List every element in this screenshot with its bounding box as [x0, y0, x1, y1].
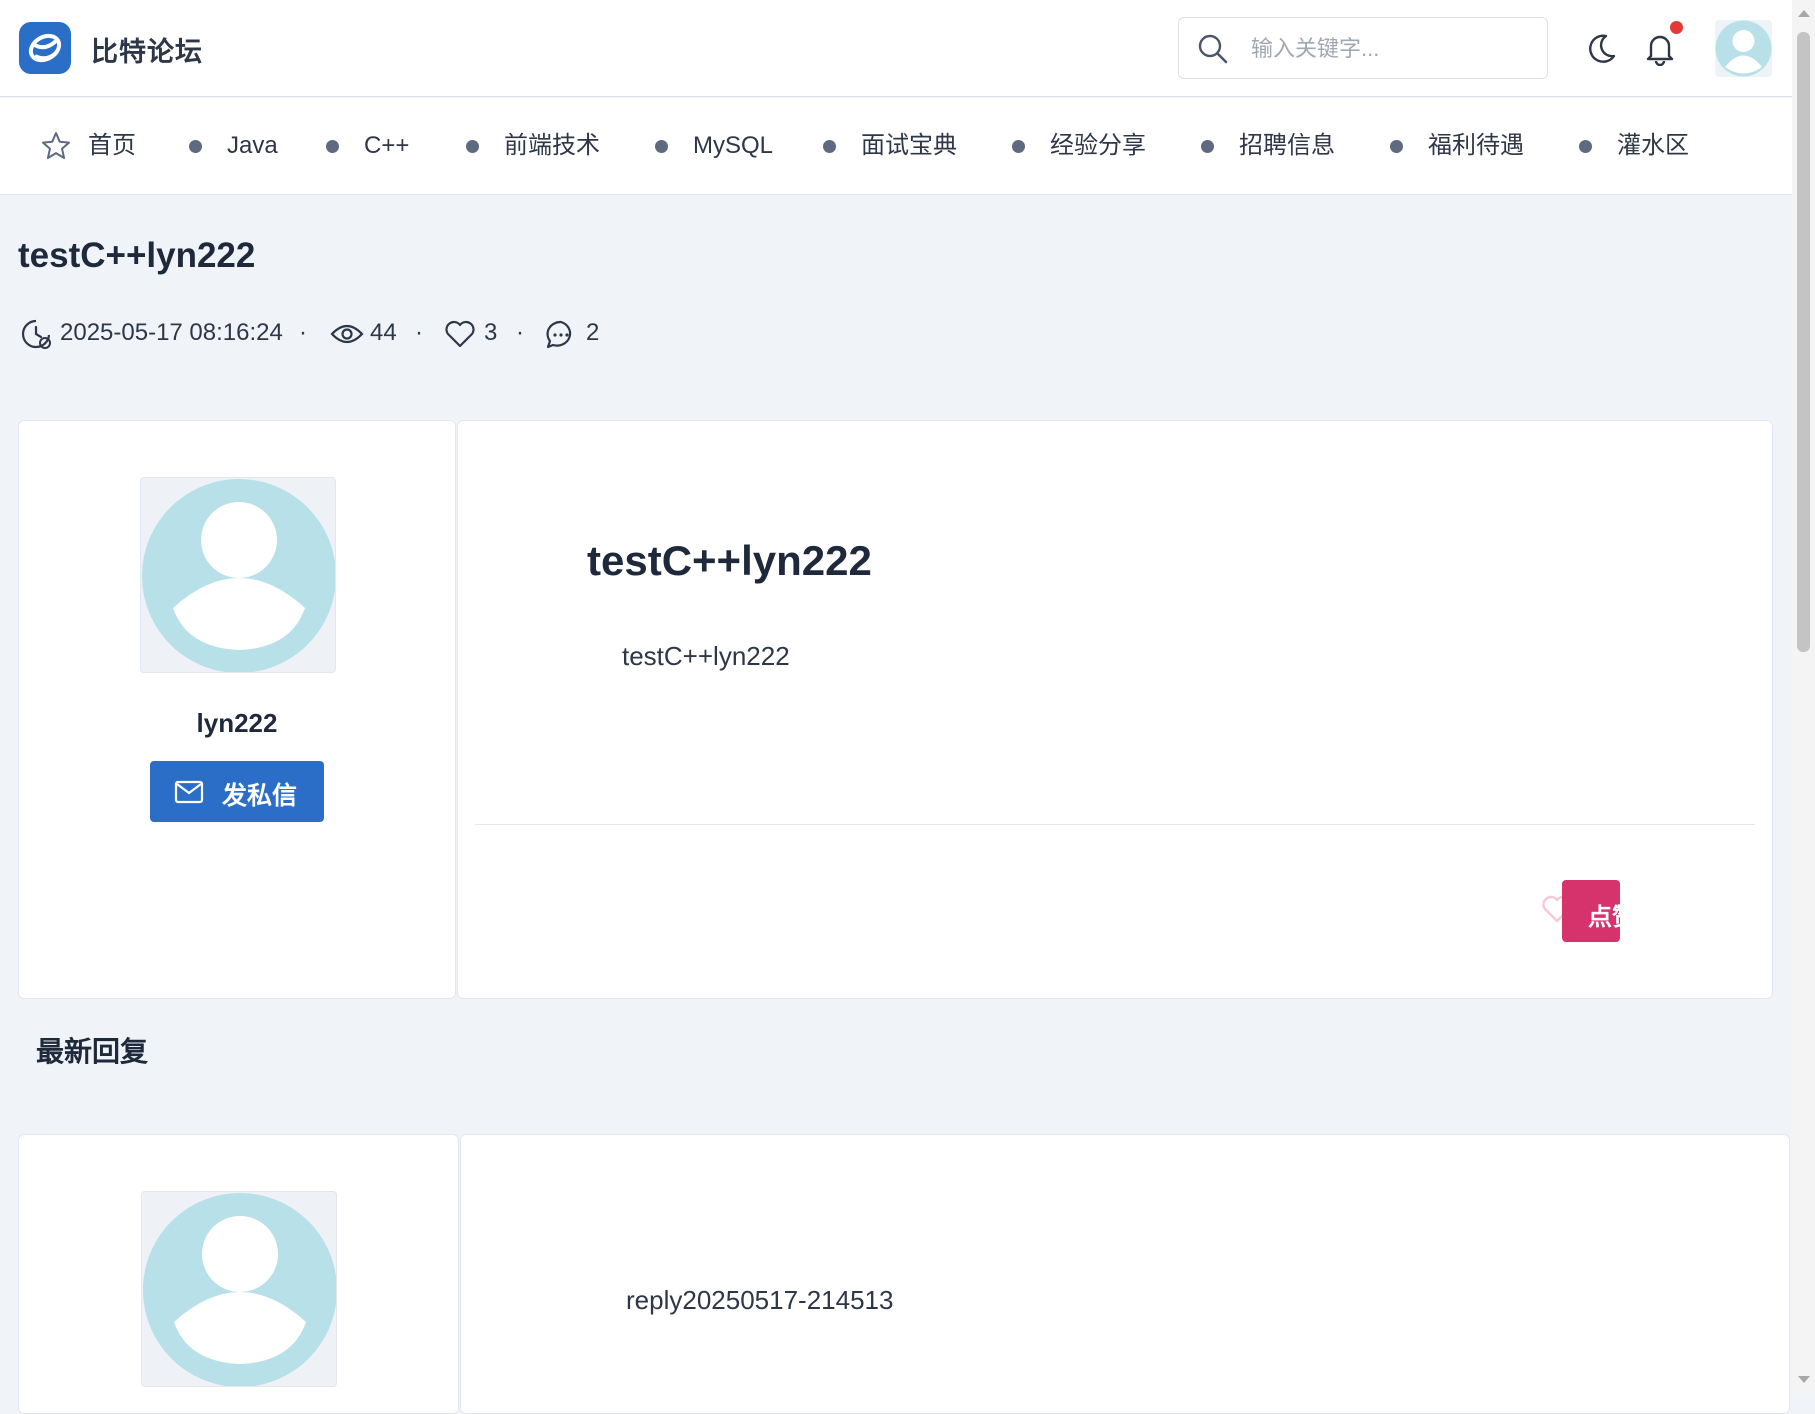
nav-dot-icon: [1390, 140, 1403, 153]
nav-item-label: C++: [364, 132, 410, 159]
nav-item-label: 首页: [88, 132, 136, 159]
search-input[interactable]: [1249, 32, 1533, 66]
post-likes: 3: [484, 319, 498, 346]
nav-dot-icon: [823, 140, 836, 153]
site-name[interactable]: 比特论坛: [91, 30, 203, 69]
nav-dot-icon: [1579, 140, 1592, 153]
like-button[interactable]: 点赞: [1562, 880, 1620, 942]
top-header: 比特论坛: [0, 0, 1792, 97]
nav-dot-icon: [189, 140, 202, 153]
post-views: 44: [370, 319, 397, 346]
page-scrollbar[interactable]: [1792, 0, 1815, 1393]
nav-item-label: 招聘信息: [1239, 132, 1335, 159]
scrollbar-thumb[interactable]: [1797, 32, 1810, 652]
scroll-up-icon[interactable]: [1798, 10, 1810, 17]
nav-dot-icon: [1012, 140, 1025, 153]
nav-dot-icon: [1201, 140, 1214, 153]
reply-author-card: [18, 1134, 459, 1414]
replies-section-title: 最新回复: [36, 1036, 149, 1067]
mail-icon: [174, 780, 204, 804]
nav-item-label: 福利待遇: [1428, 132, 1524, 159]
post-created-at: 2025-05-17 08:16:24: [60, 319, 283, 346]
bell-icon[interactable]: [1643, 30, 1677, 66]
nav-item-label: Java: [227, 132, 278, 159]
eye-icon: [330, 324, 364, 344]
author-card: lyn222: [18, 420, 456, 999]
content-body: testC++lyn222: [622, 641, 790, 671]
search-icon: [1198, 34, 1228, 64]
moon-icon[interactable]: [1584, 32, 1618, 66]
nav-dot-icon: [466, 140, 479, 153]
content-divider: [475, 824, 1755, 825]
nav-dot-icon: [655, 140, 668, 153]
like-button-label: 点赞: [1588, 904, 1620, 931]
search-box[interactable]: [1178, 17, 1548, 79]
nav-item-label: 面试宝典: [861, 132, 957, 159]
forum-logo-icon[interactable]: [19, 22, 71, 74]
nav-dot-icon: [326, 140, 339, 153]
nav-item-label: 经验分享: [1050, 132, 1146, 159]
like-button-wrapper: 点赞: [1562, 880, 1620, 942]
clock-icon: [21, 319, 51, 349]
category-nav: 首页 Java C++ 前端技术 MySQL 面试宝典 经验分享 招聘信息 福利…: [0, 98, 1792, 195]
send-message-button[interactable]: 发私信: [150, 761, 324, 822]
reply-content-card: [460, 1134, 1790, 1414]
comment-icon: [546, 320, 572, 349]
meta-separator: ·: [516, 319, 524, 346]
post-replies: 2: [586, 319, 600, 346]
nav-item-label: MySQL: [693, 132, 774, 159]
reply-author-avatar[interactable]: [141, 1191, 337, 1387]
content-title: testC++lyn222: [587, 537, 872, 584]
scroll-down-icon[interactable]: [1798, 1376, 1810, 1383]
user-avatar[interactable]: [1715, 20, 1772, 77]
send-message-label: 发私信: [222, 782, 298, 810]
nav-item-label: 灌水区: [1617, 132, 1689, 159]
meta-separator: ·: [415, 319, 423, 346]
page-title: testC++lyn222: [18, 236, 256, 275]
heart-icon: [445, 320, 475, 348]
star-icon: [42, 132, 70, 159]
author-avatar[interactable]: [140, 477, 336, 673]
author-username[interactable]: lyn222: [19, 708, 455, 739]
reply-content: reply20250517-214513: [626, 1285, 894, 1315]
notification-badge: [1670, 21, 1683, 34]
nav-item-label: 前端技术: [504, 132, 600, 159]
meta-separator: ·: [299, 319, 307, 346]
